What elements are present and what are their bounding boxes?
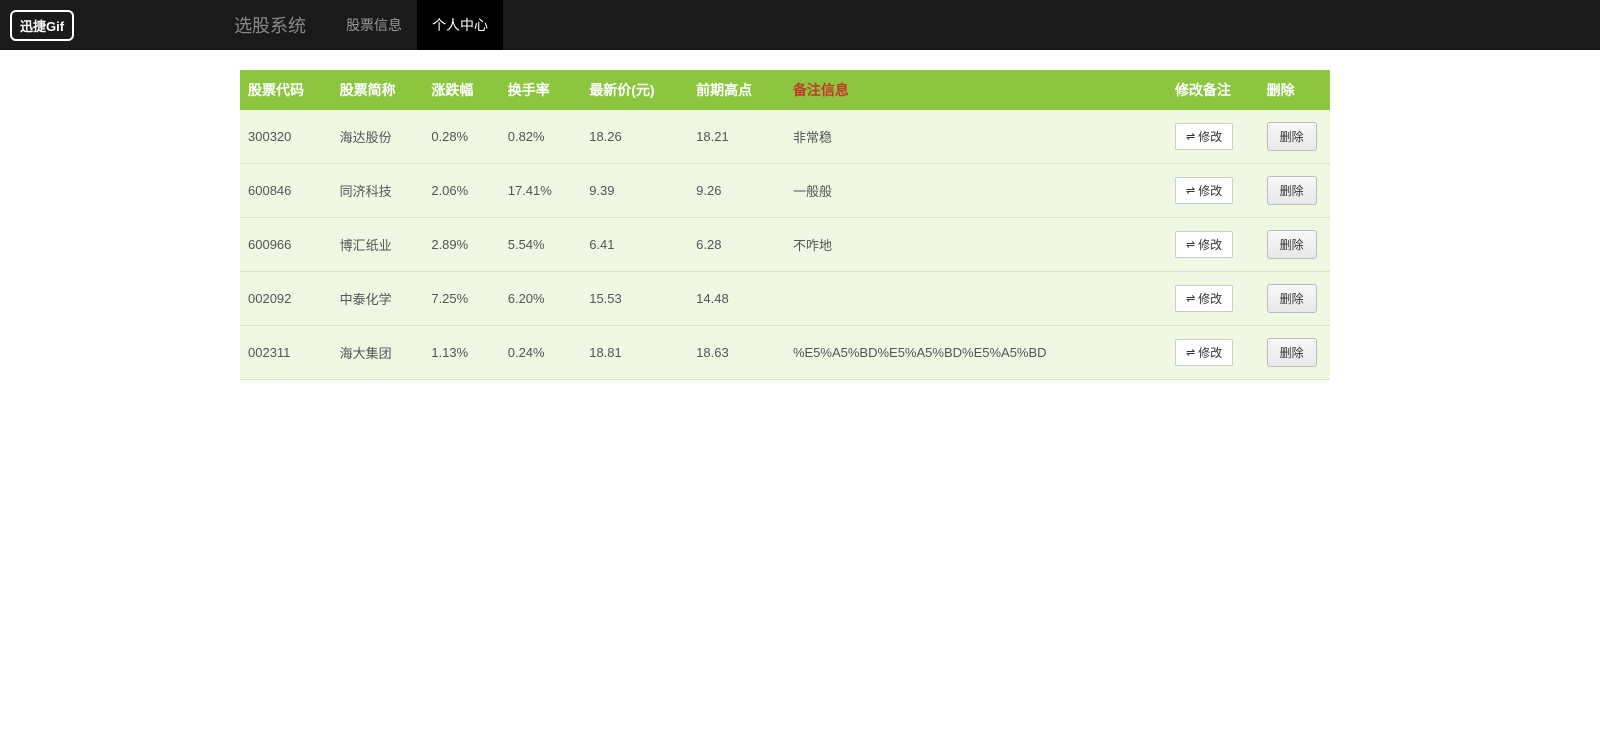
cell-delete: 删除 xyxy=(1259,272,1330,326)
cell-code: 600846 xyxy=(240,164,332,218)
logo-badge: 迅捷Gif xyxy=(10,10,74,41)
cell-code: 600966 xyxy=(240,218,332,272)
cell-change: 1.13% xyxy=(423,326,499,380)
cell-high: 18.63 xyxy=(688,326,785,380)
cell-turnover: 17.41% xyxy=(500,164,581,218)
cell-name: 中泰化学 xyxy=(332,272,424,326)
header-turnover: 换手率 xyxy=(500,70,581,110)
header-edit: 修改备注 xyxy=(1167,70,1259,110)
edit-button[interactable]: 修改 xyxy=(1175,177,1233,204)
cell-turnover: 5.54% xyxy=(500,218,581,272)
nav-item-stock-info[interactable]: 股票信息 xyxy=(331,0,417,50)
nav-brand[interactable]: 选股系统 xyxy=(234,12,306,38)
cell-remark: %E5%A5%BD%E5%A5%BD%E5%A5%BD xyxy=(785,326,1167,380)
cell-name: 海达股份 xyxy=(332,110,424,164)
delete-button[interactable]: 删除 xyxy=(1267,230,1317,259)
cell-remark: 非常稳 xyxy=(785,110,1167,164)
edit-button[interactable]: 修改 xyxy=(1175,339,1233,366)
cell-code: 300320 xyxy=(240,110,332,164)
header-code: 股票代码 xyxy=(240,70,332,110)
table-row: 300320 海达股份 0.28% 0.82% 18.26 18.21 非常稳 … xyxy=(240,110,1330,164)
cell-high: 14.48 xyxy=(688,272,785,326)
cell-price: 6.41 xyxy=(581,218,688,272)
table-row: 002092 中泰化学 7.25% 6.20% 15.53 14.48 修改 删… xyxy=(240,272,1330,326)
main-container: 股票代码 股票简称 涨跌幅 换手率 最新价(元) 前期高点 备注信息 修改备注 … xyxy=(240,70,1330,380)
cell-price: 15.53 xyxy=(581,272,688,326)
cell-change: 2.89% xyxy=(423,218,499,272)
table-row: 600966 博汇纸业 2.89% 5.54% 6.41 6.28 不咋地 修改… xyxy=(240,218,1330,272)
cell-name: 海大集团 xyxy=(332,326,424,380)
table-row: 002311 海大集团 1.13% 0.24% 18.81 18.63 %E5%… xyxy=(240,326,1330,380)
navbar: 迅捷Gif 选股系统 股票信息 个人中心 xyxy=(0,0,1600,50)
header-change: 涨跌幅 xyxy=(423,70,499,110)
cell-code: 002092 xyxy=(240,272,332,326)
cell-change: 0.28% xyxy=(423,110,499,164)
cell-turnover: 0.82% xyxy=(500,110,581,164)
cell-name: 博汇纸业 xyxy=(332,218,424,272)
header-remark: 备注信息 xyxy=(785,70,1167,110)
cell-change: 2.06% xyxy=(423,164,499,218)
cell-turnover: 0.24% xyxy=(500,326,581,380)
nav-item-personal-center[interactable]: 个人中心 xyxy=(417,0,503,50)
cell-high: 9.26 xyxy=(688,164,785,218)
cell-edit: 修改 xyxy=(1167,218,1259,272)
cell-name: 同济科技 xyxy=(332,164,424,218)
cell-edit: 修改 xyxy=(1167,326,1259,380)
cell-high: 18.21 xyxy=(688,110,785,164)
delete-button[interactable]: 删除 xyxy=(1267,338,1317,367)
cell-high: 6.28 xyxy=(688,218,785,272)
cell-code: 002311 xyxy=(240,326,332,380)
cell-remark: 一般般 xyxy=(785,164,1167,218)
edit-button[interactable]: 修改 xyxy=(1175,285,1233,312)
header-price: 最新价(元) xyxy=(581,70,688,110)
cell-delete: 删除 xyxy=(1259,110,1330,164)
delete-button[interactable]: 删除 xyxy=(1267,122,1317,151)
cell-edit: 修改 xyxy=(1167,110,1259,164)
cell-edit: 修改 xyxy=(1167,272,1259,326)
edit-button[interactable]: 修改 xyxy=(1175,123,1233,150)
header-delete: 删除 xyxy=(1259,70,1330,110)
header-high: 前期高点 xyxy=(688,70,785,110)
edit-button[interactable]: 修改 xyxy=(1175,231,1233,258)
cell-price: 18.26 xyxy=(581,110,688,164)
cell-delete: 删除 xyxy=(1259,218,1330,272)
cell-price: 9.39 xyxy=(581,164,688,218)
cell-price: 18.81 xyxy=(581,326,688,380)
table-row: 600846 同济科技 2.06% 17.41% 9.39 9.26 一般般 修… xyxy=(240,164,1330,218)
table-header-row: 股票代码 股票简称 涨跌幅 换手率 最新价(元) 前期高点 备注信息 修改备注 … xyxy=(240,70,1330,110)
header-name: 股票简称 xyxy=(332,70,424,110)
delete-button[interactable]: 删除 xyxy=(1267,176,1317,205)
cell-change: 7.25% xyxy=(423,272,499,326)
stock-table: 股票代码 股票简称 涨跌幅 换手率 最新价(元) 前期高点 备注信息 修改备注 … xyxy=(240,70,1330,380)
cell-delete: 删除 xyxy=(1259,326,1330,380)
cell-turnover: 6.20% xyxy=(500,272,581,326)
cell-edit: 修改 xyxy=(1167,164,1259,218)
cell-remark: 不咋地 xyxy=(785,218,1167,272)
delete-button[interactable]: 删除 xyxy=(1267,284,1317,313)
cell-delete: 删除 xyxy=(1259,164,1330,218)
cell-remark xyxy=(785,272,1167,326)
